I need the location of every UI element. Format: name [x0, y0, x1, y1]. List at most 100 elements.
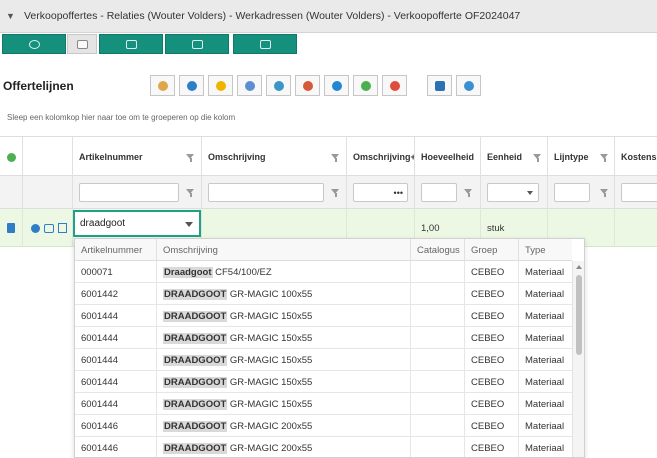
dropdown-col-groep: Groep	[465, 239, 519, 261]
header-label: Lijntype	[554, 152, 589, 162]
list-item[interactable]: 000071 Draadgoot CF54/100/EZ CEBEO Materiaa…	[75, 261, 572, 283]
list-item[interactable]: 6001444 DRAADGOOT GR-MAGIC 150x55 CEBEO Mat…	[75, 305, 572, 327]
filter-artikelnummer-input[interactable]	[79, 183, 179, 202]
list-item-text: GR-MAGIC 150x55	[227, 310, 313, 322]
list-item-nr: 6001444	[75, 327, 157, 349]
info-icon[interactable]	[31, 223, 40, 233]
edit-icon[interactable]	[58, 223, 67, 233]
back-icon	[331, 80, 342, 91]
save-button[interactable]	[427, 75, 452, 96]
list-item-nr: 6001444	[75, 305, 157, 327]
breadcrumb: Verkoopoffertes - Relaties (Wouter Volde…	[24, 10, 521, 22]
list-item[interactable]: 6001444 DRAADGOOT GR-MAGIC 150x55 CEBEO Mat…	[75, 371, 572, 393]
layout-icon	[28, 39, 40, 49]
list-item-text: GR-MAGIC 100x55	[227, 288, 313, 300]
list-item-nr: 000071	[75, 261, 157, 283]
add-line-button[interactable]	[353, 75, 378, 96]
undo-button[interactable]	[456, 75, 481, 96]
header-artikelnummer[interactable]: Artikelnummer	[73, 137, 202, 177]
list-item[interactable]: 6001442 DRAADGOOT GR-MAGIC 100x55 CEBEO Mat…	[75, 283, 572, 305]
match-highlight: Draadgoot	[163, 266, 213, 278]
filter-cell-omschrijving	[202, 176, 347, 209]
filter-omschrijving-input[interactable]	[208, 183, 324, 202]
header-eenheid[interactable]: Eenheid	[481, 137, 548, 177]
list-item-cat	[411, 437, 465, 457]
users-icon	[244, 80, 255, 91]
filter-icon[interactable]	[186, 189, 195, 197]
print-icon	[191, 39, 203, 49]
add-row-cell[interactable]	[0, 137, 23, 177]
filter-omschrijving-plus-input[interactable]: •••	[353, 183, 408, 202]
layout-button[interactable]	[2, 34, 66, 54]
list-item-nr: 6001442	[75, 283, 157, 305]
users-button[interactable]	[237, 75, 262, 96]
list-item-type: Materiaal	[525, 420, 565, 432]
search-button[interactable]	[179, 75, 204, 96]
actions-header	[23, 137, 73, 177]
list-item-groep: CEBEO	[465, 349, 519, 371]
ellipsis-icon: •••	[393, 187, 403, 198]
scroll-thumb[interactable]	[576, 275, 582, 355]
list-item-text: GR-MAGIC 150x55	[227, 354, 313, 366]
print-button[interactable]	[165, 34, 229, 54]
filter-icon[interactable]	[600, 189, 609, 197]
header-lijntype[interactable]: Lijntype	[548, 137, 615, 177]
list-item-nr: 6001444	[75, 349, 157, 371]
filter-row: •••	[0, 176, 657, 209]
header-omschrijving[interactable]: Omschrijving	[202, 137, 347, 177]
list-item-nr: 6001444	[75, 371, 157, 393]
list-item-omschrijving: DRAADGOOT GR-MAGIC 200x55	[157, 437, 411, 457]
list-item[interactable]: 6001446 DRAADGOOT GR-MAGIC 200x55 CEBEO Mat…	[75, 437, 572, 457]
card-button[interactable]	[233, 34, 297, 54]
cell-kostens[interactable]	[615, 209, 657, 247]
header-kostens[interactable]: Kostens	[615, 137, 657, 177]
list-item-omschrijving: DRAADGOOT GR-MAGIC 100x55	[157, 283, 411, 305]
header-omschrijving-plus[interactable]: Omschrijving+	[347, 137, 415, 177]
filter-cell-artikelnummer	[73, 176, 202, 209]
filter-icon[interactable]	[600, 154, 609, 162]
list-item-type: Materiaal	[525, 354, 565, 366]
list-item-nr: 6001446	[75, 415, 157, 437]
filter-icon[interactable]	[331, 189, 340, 197]
list-item-cat	[411, 415, 465, 437]
filter-icon[interactable]	[533, 154, 542, 162]
list-item-groep: CEBEO	[465, 437, 519, 457]
filter-kostens-input[interactable]	[621, 183, 657, 202]
coin-button[interactable]	[208, 75, 233, 96]
list-item-cat	[411, 349, 465, 371]
list-item[interactable]: 6001446 DRAADGOOT GR-MAGIC 200x55 CEBEO Mat…	[75, 415, 572, 437]
trash-icon[interactable]	[7, 223, 15, 233]
chevron-down-icon[interactable]	[185, 222, 193, 227]
list-item-cat	[411, 283, 465, 305]
filter-hoeveelheid-input[interactable]	[421, 183, 457, 202]
dropdown-scrollbar[interactable]	[572, 261, 584, 457]
stop-button[interactable]	[382, 75, 407, 96]
window-titlebar: ▼ Verkoopoffertes - Relaties (Wouter Vol…	[0, 0, 657, 33]
header-label: Artikelnummer	[79, 152, 143, 162]
list-item[interactable]: 6001444 DRAADGOOT GR-MAGIC 150x55 CEBEO Mat…	[75, 393, 572, 415]
header-hoeveelheid[interactable]: Hoeveelheid	[415, 137, 481, 177]
list-item-type: Materiaal	[525, 266, 565, 278]
dropdown-col-type: Type	[525, 244, 546, 256]
filter-cell-lijntype	[548, 176, 615, 209]
filter-icon[interactable]	[331, 154, 340, 162]
back-button[interactable]	[324, 75, 349, 96]
filter-icon[interactable]	[186, 154, 195, 162]
list-item[interactable]: 6001444 DRAADGOOT GR-MAGIC 150x55 CEBEO Mat…	[75, 349, 572, 371]
hand-button[interactable]	[150, 75, 175, 96]
chevron-down-icon[interactable]: ▼	[6, 11, 18, 21]
list-item[interactable]: 6001444 DRAADGOOT GR-MAGIC 150x55 CEBEO Mat…	[75, 327, 572, 349]
filter-icon[interactable]	[464, 189, 473, 197]
scroll-up-icon[interactable]	[576, 265, 582, 269]
image-button[interactable]	[99, 34, 163, 54]
header-label: Omschrijving	[208, 152, 266, 162]
undo-icon	[463, 80, 474, 91]
share-icon[interactable]	[44, 223, 54, 233]
list-item-groep: CEBEO	[465, 283, 519, 305]
transfer-button[interactable]	[295, 75, 320, 96]
page-button[interactable]	[67, 34, 97, 54]
refresh-button[interactable]	[266, 75, 291, 96]
filter-lijntype-input[interactable]	[554, 183, 590, 202]
filter-eenheid-select[interactable]	[487, 183, 539, 202]
artikelnummer-combobox[interactable]: draadgoot	[73, 210, 201, 237]
